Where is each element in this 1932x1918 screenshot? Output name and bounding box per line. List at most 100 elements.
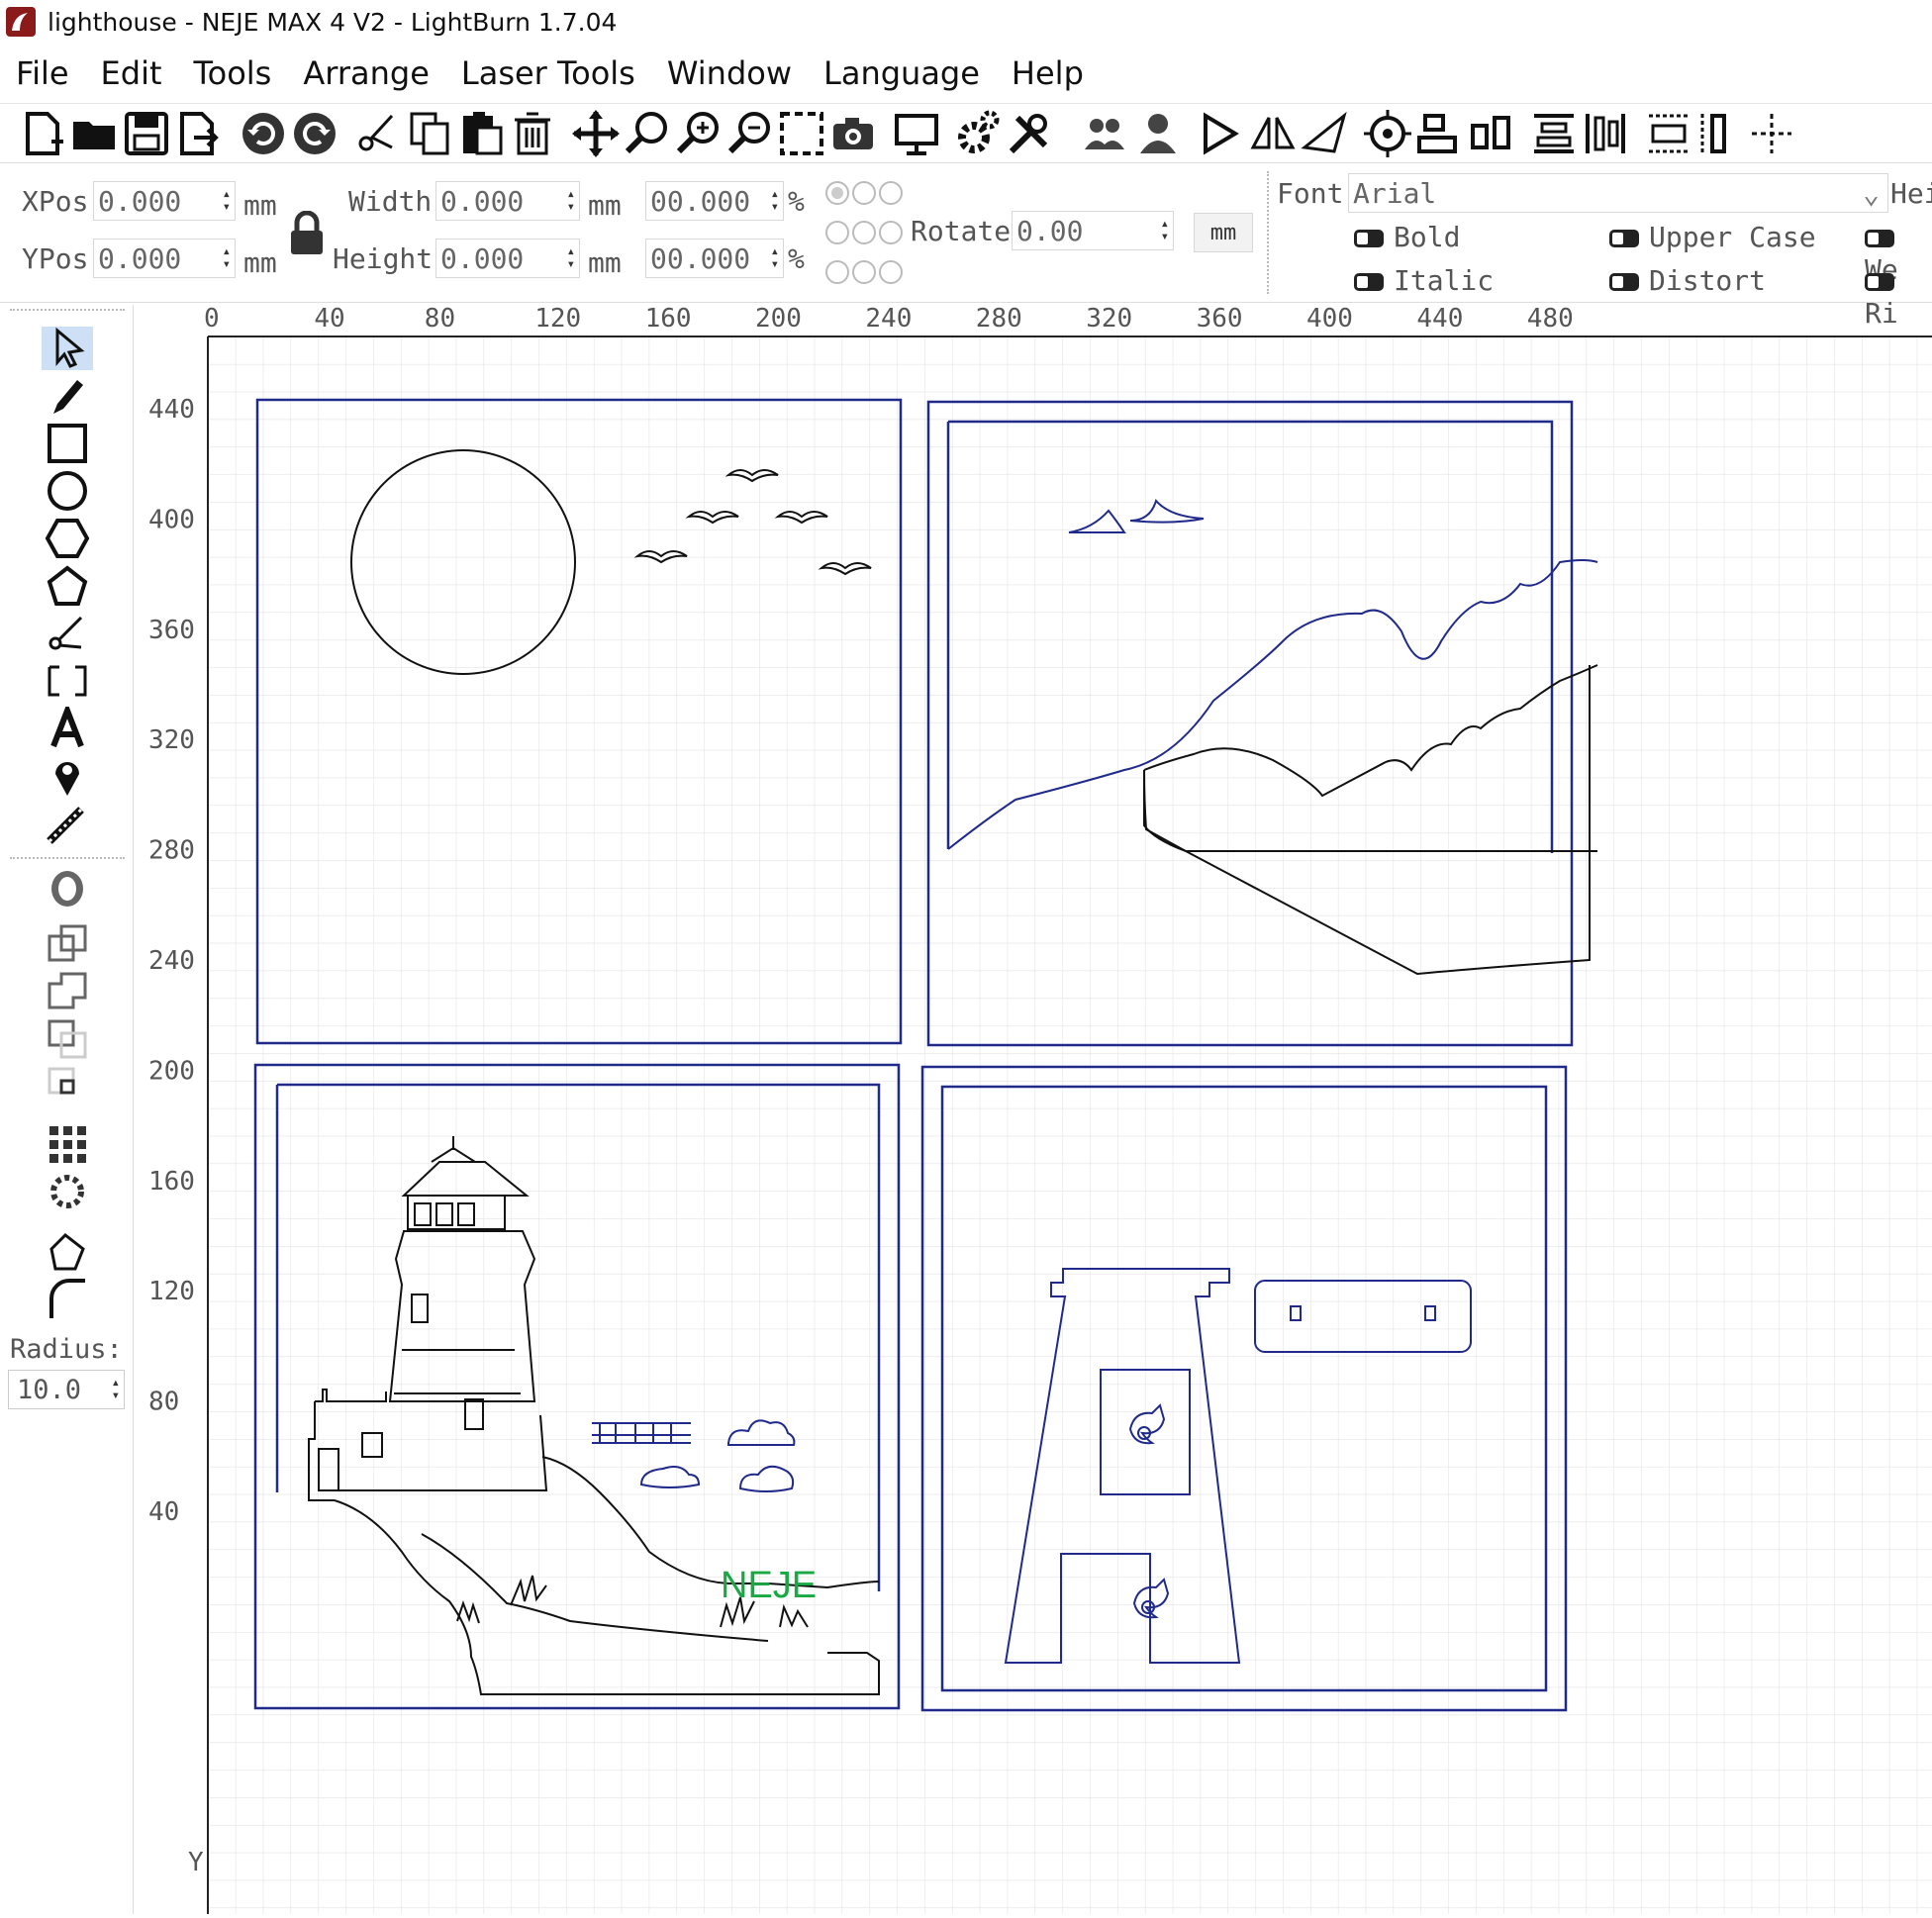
- align-left-icon[interactable]: [1413, 108, 1465, 159]
- font-label: Font: [1277, 177, 1344, 210]
- zoom-in-icon[interactable]: [673, 108, 724, 159]
- scale-x-percent: %: [788, 185, 805, 218]
- font-select[interactable]: Arial ⌄: [1348, 173, 1888, 213]
- x-ruler-tick: 320: [1086, 305, 1132, 334]
- camera-icon[interactable]: [827, 108, 879, 159]
- position-pin-icon[interactable]: [42, 754, 93, 798]
- menu-window[interactable]: Window: [667, 54, 792, 92]
- anchor-grid[interactable]: [823, 173, 905, 294]
- menu-tools[interactable]: Tools: [194, 54, 272, 92]
- ypos-label: YPos: [22, 242, 89, 275]
- polygon-tool-icon[interactable]: [42, 517, 93, 560]
- zoom-fit-icon[interactable]: [622, 108, 673, 159]
- corner-tool-icon[interactable]: [42, 1229, 93, 1273]
- measure-tool-icon[interactable]: [42, 802, 93, 845]
- union-shapes-icon[interactable]: [42, 970, 93, 1013]
- paste-icon[interactable]: [455, 108, 507, 159]
- menu-file[interactable]: File: [16, 54, 69, 92]
- user-icon[interactable]: [1132, 108, 1184, 159]
- new-file-icon[interactable]: [18, 108, 69, 159]
- users-icon[interactable]: [1079, 108, 1130, 159]
- menu-help[interactable]: Help: [1012, 54, 1084, 92]
- upper-case-toggle[interactable]: Upper Case: [1609, 221, 1816, 253]
- fillet-tool-icon[interactable]: [42, 1277, 93, 1320]
- rotate-label: Rotate: [911, 215, 1012, 247]
- xpos-label: XPos: [22, 185, 89, 218]
- dock-icon[interactable]: [1694, 108, 1746, 159]
- circular-array-icon[interactable]: [42, 1170, 93, 1213]
- flip-icon[interactable]: [1247, 108, 1299, 159]
- menu-edit[interactable]: Edit: [101, 54, 162, 92]
- send-icon[interactable]: [1299, 108, 1350, 159]
- rotate-input[interactable]: 0.00 ▴ ▾: [1012, 211, 1174, 250]
- pen-tool-icon[interactable]: [42, 374, 93, 418]
- mirror-icon[interactable]: [1196, 108, 1247, 159]
- y-ruler-tick: 400: [148, 505, 195, 534]
- distribute-v-icon[interactable]: [1580, 108, 1631, 159]
- lock-icon[interactable]: [287, 211, 327, 258]
- open-folder-icon[interactable]: [69, 108, 121, 159]
- y-ruler: 440 400 360 320 280 240 200 160 120 80 40: [148, 395, 195, 1527]
- radius-input[interactable]: 10.0 ▴ ▾: [8, 1370, 125, 1409]
- grid-array-icon[interactable]: [42, 1122, 93, 1166]
- weld-shapes-icon[interactable]: [42, 922, 93, 966]
- offset-tool-icon[interactable]: [42, 867, 93, 911]
- edit-nodes-icon[interactable]: [42, 612, 93, 655]
- undo-icon[interactable]: [238, 108, 289, 159]
- italic-toggle[interactable]: Italic: [1354, 264, 1494, 297]
- y-ruler-tick: 240: [148, 946, 195, 976]
- zoom-out-icon[interactable]: [724, 108, 776, 159]
- menu-laser-tools[interactable]: Laser Tools: [461, 54, 635, 92]
- layout-icon[interactable]: [1643, 108, 1694, 159]
- cut-icon[interactable]: [352, 108, 404, 159]
- settings-icon[interactable]: [952, 108, 1004, 159]
- bold-toggle[interactable]: Bold: [1354, 221, 1460, 253]
- distort-toggle[interactable]: Distort: [1609, 264, 1766, 297]
- x-ruler-tick: 240: [865, 305, 912, 334]
- move-icon[interactable]: [570, 108, 622, 159]
- save-icon[interactable]: [121, 108, 172, 159]
- y-ruler-tick: 360: [148, 616, 195, 645]
- scale-x-input[interactable]: 00.000 ▴ ▾: [645, 181, 784, 221]
- units-button[interactable]: mm: [1194, 213, 1253, 252]
- height-input[interactable]: 0.000 ▴ ▾: [435, 239, 580, 278]
- distribute-icon[interactable]: [1528, 108, 1580, 159]
- ypos-input[interactable]: 0.000 ▴ ▾: [93, 239, 236, 278]
- copy-icon[interactable]: [404, 108, 455, 159]
- monitor-icon[interactable]: [891, 108, 942, 159]
- properties-bar: XPos 0.000 ▴ ▾ mm YPos 0.000 ▴ ▾ mm Width 0.…: [0, 162, 1932, 330]
- select-tool-icon[interactable]: [42, 327, 93, 370]
- align-center-icon[interactable]: [1465, 108, 1516, 159]
- menu-arrange[interactable]: Arrange: [303, 54, 430, 92]
- title-bar: lighthouse - NEJE MAX 4 V2 - LightBurn 1…: [0, 0, 1932, 44]
- delete-icon[interactable]: [507, 108, 558, 159]
- tools-icon[interactable]: [1004, 108, 1055, 159]
- frame-tool-icon[interactable]: [42, 659, 93, 703]
- position-icon[interactable]: [1746, 108, 1797, 159]
- x-ruler-tick: 200: [755, 305, 802, 334]
- x-ruler-tick: 400: [1306, 305, 1353, 334]
- redo-icon[interactable]: [289, 108, 340, 159]
- menu-bar: File Edit Tools Arrange Laser Tools Wind…: [0, 48, 1932, 99]
- scale-y-input[interactable]: 00.000 ▴ ▾: [645, 239, 784, 278]
- subtract-shapes-icon[interactable]: [42, 1017, 93, 1061]
- zoom-frame-icon[interactable]: [776, 108, 827, 159]
- text-tool-icon[interactable]: [42, 702, 93, 750]
- width-input[interactable]: 0.000 ▴ ▾: [435, 181, 580, 221]
- width-unit: mm: [588, 189, 622, 222]
- export-icon[interactable]: [172, 108, 224, 159]
- ellipse-tool-icon[interactable]: [42, 469, 93, 513]
- intersect-shapes-icon[interactable]: [42, 1065, 93, 1108]
- pentagon-tool-icon[interactable]: [42, 564, 93, 608]
- target-icon[interactable]: [1362, 108, 1413, 159]
- design-canvas[interactable]: 0 40 80 120 160 200 240 280 320 360 400 440 480 440 4…: [135, 304, 1932, 1914]
- x-ruler-tick: 480: [1527, 305, 1574, 334]
- menu-language[interactable]: Language: [823, 54, 980, 92]
- lightburn-logo-icon: [6, 7, 36, 37]
- rectangle-tool-icon[interactable]: [42, 422, 93, 465]
- canvas-svg[interactable]: 0 40 80 120 160 200 240 280 320 360 400 440 480 4404…: [135, 304, 1932, 1914]
- x-ruler-tick: 360: [1197, 305, 1243, 334]
- xpos-input[interactable]: 0.000 ▴ ▾: [93, 181, 236, 221]
- y-ruler-tick: 120: [148, 1277, 195, 1306]
- neje-label[interactable]: NEJE: [721, 1565, 817, 1606]
